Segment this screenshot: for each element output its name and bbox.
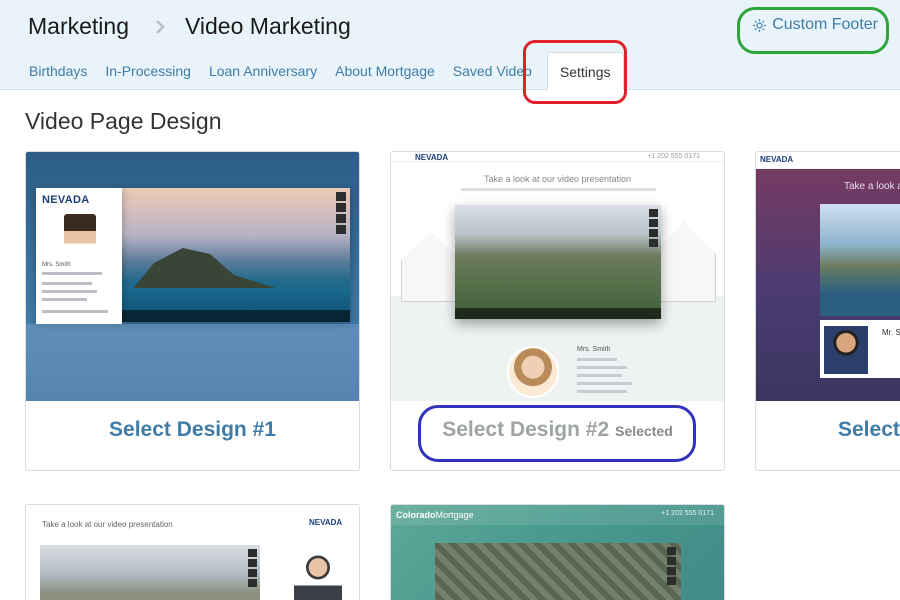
agent-name: Mrs. Smith: [577, 346, 611, 353]
video-side-controls: [649, 209, 658, 247]
design-5-thumbnail[interactable]: ColoradoMortgage +1 202 555 0171: [391, 505, 724, 600]
colorado-mortgage-logo: ColoradoMortgage: [396, 510, 474, 520]
tab-bar: Birthdays In-Processing Loan Anniversary…: [20, 52, 624, 90]
text-line: [42, 298, 87, 301]
text-line: [577, 366, 627, 369]
nevada-logo: NEVADA: [415, 153, 449, 162]
video-side-controls: [667, 547, 676, 585]
phone-number: +1 202 555 0171: [661, 510, 714, 517]
text-line: [42, 272, 102, 275]
text-line: [461, 188, 656, 191]
phone-number: +1 202 555 0171: [647, 153, 700, 160]
thumb-headline: Take a look at our video presentation: [483, 174, 632, 184]
video-preview: [455, 205, 661, 319]
gear-icon: [753, 18, 767, 32]
nevada-logo: NEVADA: [309, 518, 343, 527]
design-3-thumbnail[interactable]: NEVADA Take a look at Mr. S: [756, 152, 900, 401]
video-side-controls: [248, 549, 257, 587]
design-2-thumbnail[interactable]: NEVADA +1 202 555 0171 Take a look at ou…: [391, 152, 724, 401]
text-line: [42, 290, 97, 293]
text-line: [577, 374, 622, 377]
video-side-controls: [336, 192, 346, 236]
agent-name: Mrs. Smith: [42, 262, 71, 268]
tab-about-mortgage[interactable]: About Mortgage: [326, 52, 444, 90]
house-porch-image: [26, 324, 359, 401]
house-sketch-left: [401, 232, 461, 302]
select-design-3-button[interactable]: Select: [756, 418, 900, 442]
nevada-logo: NEVADA: [42, 194, 90, 206]
agent-name: Mr. S: [882, 328, 900, 337]
breadcrumb-video-marketing: Video Marketing: [184, 13, 351, 39]
nevada-logo: NEVADA: [760, 155, 794, 164]
agent-info-card: NEVADA Mrs. Smith: [36, 188, 122, 324]
select-design-2-button[interactable]: Select Design #2 Selected: [391, 418, 724, 442]
house-sketch-right: [652, 222, 716, 302]
custom-footer-label: Custom Footer: [772, 16, 878, 33]
breadcrumb-marketing[interactable]: Marketing: [28, 13, 129, 40]
design-card-3[interactable]: NEVADA Take a look at Mr. S Select: [755, 151, 900, 471]
tab-loan-anniversary[interactable]: Loan Anniversary: [200, 52, 326, 90]
design-card-5[interactable]: ColoradoMortgage +1 202 555 0171: [390, 504, 725, 600]
section-title: Video Page Design: [25, 108, 222, 134]
video-preview: [40, 545, 260, 600]
tab-birthdays[interactable]: Birthdays: [20, 52, 96, 90]
text-line: [577, 382, 632, 385]
design-card-2[interactable]: NEVADA +1 202 555 0171 Take a look at ou…: [390, 151, 725, 471]
thumb-headline: Take a look at: [844, 181, 900, 192]
thumb-headline: Take a look at our video presentation: [42, 520, 173, 529]
design-card-4[interactable]: Take a look at our video presentation NE…: [25, 504, 360, 600]
chevron-right-icon: [149, 16, 171, 38]
agent-avatar: [507, 346, 559, 398]
agent-photo: [824, 326, 868, 374]
design-4-thumbnail[interactable]: Take a look at our video presentation NE…: [26, 505, 359, 600]
agent-photo: [294, 549, 342, 600]
tab-saved-video[interactable]: Saved Video: [444, 52, 541, 90]
text-line: [577, 390, 627, 393]
custom-footer-link[interactable]: Custom Footer: [752, 16, 878, 34]
select-design-1-button[interactable]: Select Design #1: [26, 418, 359, 442]
tab-in-processing[interactable]: In-Processing: [96, 52, 200, 90]
breadcrumb: Marketing Video Marketing: [28, 13, 351, 40]
selected-badge: Selected: [615, 423, 673, 439]
page-header: Marketing Video Marketing Custom Footer …: [0, 0, 900, 90]
video-controls-bar: [455, 308, 661, 319]
text-line: [577, 358, 617, 361]
video-preview: [435, 543, 681, 600]
agent-photo: [64, 214, 96, 256]
text-line: [42, 310, 108, 313]
tab-settings[interactable]: Settings: [546, 52, 624, 90]
video-preview: [820, 204, 900, 316]
text-line: [42, 282, 92, 285]
select-design-2-label: Select Design #2: [442, 418, 610, 441]
design-1-thumbnail[interactable]: NEVADA Mrs. Smith: [26, 152, 359, 401]
design-card-1[interactable]: NEVADA Mrs. Smith Select Design #1: [25, 151, 360, 471]
video-controls-bar: [122, 310, 350, 322]
